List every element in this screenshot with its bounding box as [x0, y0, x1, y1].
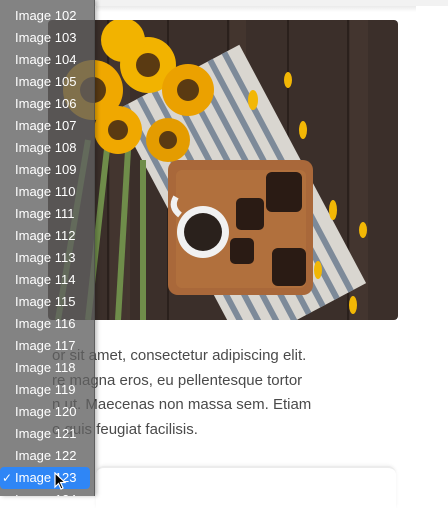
- dropdown-option[interactable]: Image 104: [0, 49, 94, 71]
- dropdown-option[interactable]: Image 110: [0, 181, 94, 203]
- option-label: Image 109: [15, 162, 77, 177]
- option-label: Image 118: [15, 360, 76, 375]
- next-card: [96, 466, 396, 508]
- dropdown-option[interactable]: Image 102: [0, 5, 94, 27]
- option-label: Image 115: [15, 294, 76, 309]
- checkmark-icon: ✓: [2, 471, 13, 485]
- option-label: Image 105: [15, 74, 77, 89]
- paragraph-line: re magna eros, eu pellentesque tortor: [52, 371, 303, 389]
- mouse-cursor-icon: [54, 472, 67, 490]
- dropdown-option[interactable]: Image 121: [0, 423, 94, 445]
- paragraph-line: o quis feugiat facilisis.: [52, 420, 198, 438]
- option-label: Image 106: [15, 96, 77, 111]
- option-label: Image 104: [15, 52, 77, 67]
- image-select-dropdown[interactable]: Image 102 Image 103 Image 104 Image 105 Imag…: [0, 0, 95, 496]
- option-label: Image 111: [15, 206, 75, 221]
- option-label: Image 113: [15, 250, 76, 265]
- option-label: Image 119: [15, 382, 76, 397]
- option-label: Image 103: [15, 30, 77, 45]
- paragraph-line: n ut. Maecenas non massa sem. Etiam: [52, 396, 312, 413]
- dropdown-option[interactable]: Image 111: [0, 203, 94, 225]
- body-paragraph: or sit amet, consectetur adipiscing elit…: [52, 344, 412, 442]
- option-label: Image 120: [15, 404, 77, 419]
- dropdown-option[interactable]: Image 120: [0, 401, 94, 423]
- dropdown-option[interactable]: Image 119: [0, 379, 94, 401]
- dropdown-option[interactable]: Image 117: [0, 335, 94, 357]
- dropdown-option[interactable]: Image 108: [0, 137, 94, 159]
- dropdown-option[interactable]: Image 115: [0, 291, 94, 313]
- option-label: Image 121: [15, 426, 77, 441]
- sunflowers-coffee-photo: [48, 20, 398, 320]
- option-label: Image 107: [15, 118, 77, 133]
- dropdown-option[interactable]: Image 112: [0, 225, 94, 247]
- dropdown-option[interactable]: Image 103: [0, 27, 94, 49]
- option-label: Image 116: [15, 316, 76, 331]
- card-shadow: [96, 6, 416, 12]
- option-label: Image 102: [15, 8, 77, 23]
- dropdown-option[interactable]: Image 122: [0, 445, 94, 467]
- dropdown-option[interactable]: Image 124: [0, 489, 94, 496]
- dropdown-option[interactable]: Image 105: [0, 71, 94, 93]
- option-label: Image 112: [15, 228, 76, 243]
- dropdown-options: Image 102 Image 103 Image 104 Image 105 Imag…: [0, 5, 94, 496]
- option-label: Image 110: [15, 184, 76, 199]
- dropdown-option[interactable]: Image 113: [0, 247, 94, 269]
- option-label: Image 114: [15, 272, 76, 287]
- dropdown-option[interactable]: Image 114: [0, 269, 94, 291]
- dropdown-option[interactable]: ✓ Image 123: [0, 467, 90, 489]
- dropdown-option[interactable]: Image 109: [0, 159, 94, 181]
- dropdown-option[interactable]: Image 116: [0, 313, 94, 335]
- paragraph-line: or sit amet, consectetur adipiscing elit…: [52, 347, 307, 364]
- option-label: Image 122: [15, 448, 77, 463]
- option-label: Image 117: [15, 338, 76, 353]
- dropdown-option[interactable]: Image 118: [0, 357, 94, 379]
- dropdown-option[interactable]: Image 107: [0, 115, 94, 137]
- option-label: Image 124: [15, 492, 76, 496]
- dropdown-option[interactable]: Image 106: [0, 93, 94, 115]
- option-label: Image 108: [15, 140, 77, 155]
